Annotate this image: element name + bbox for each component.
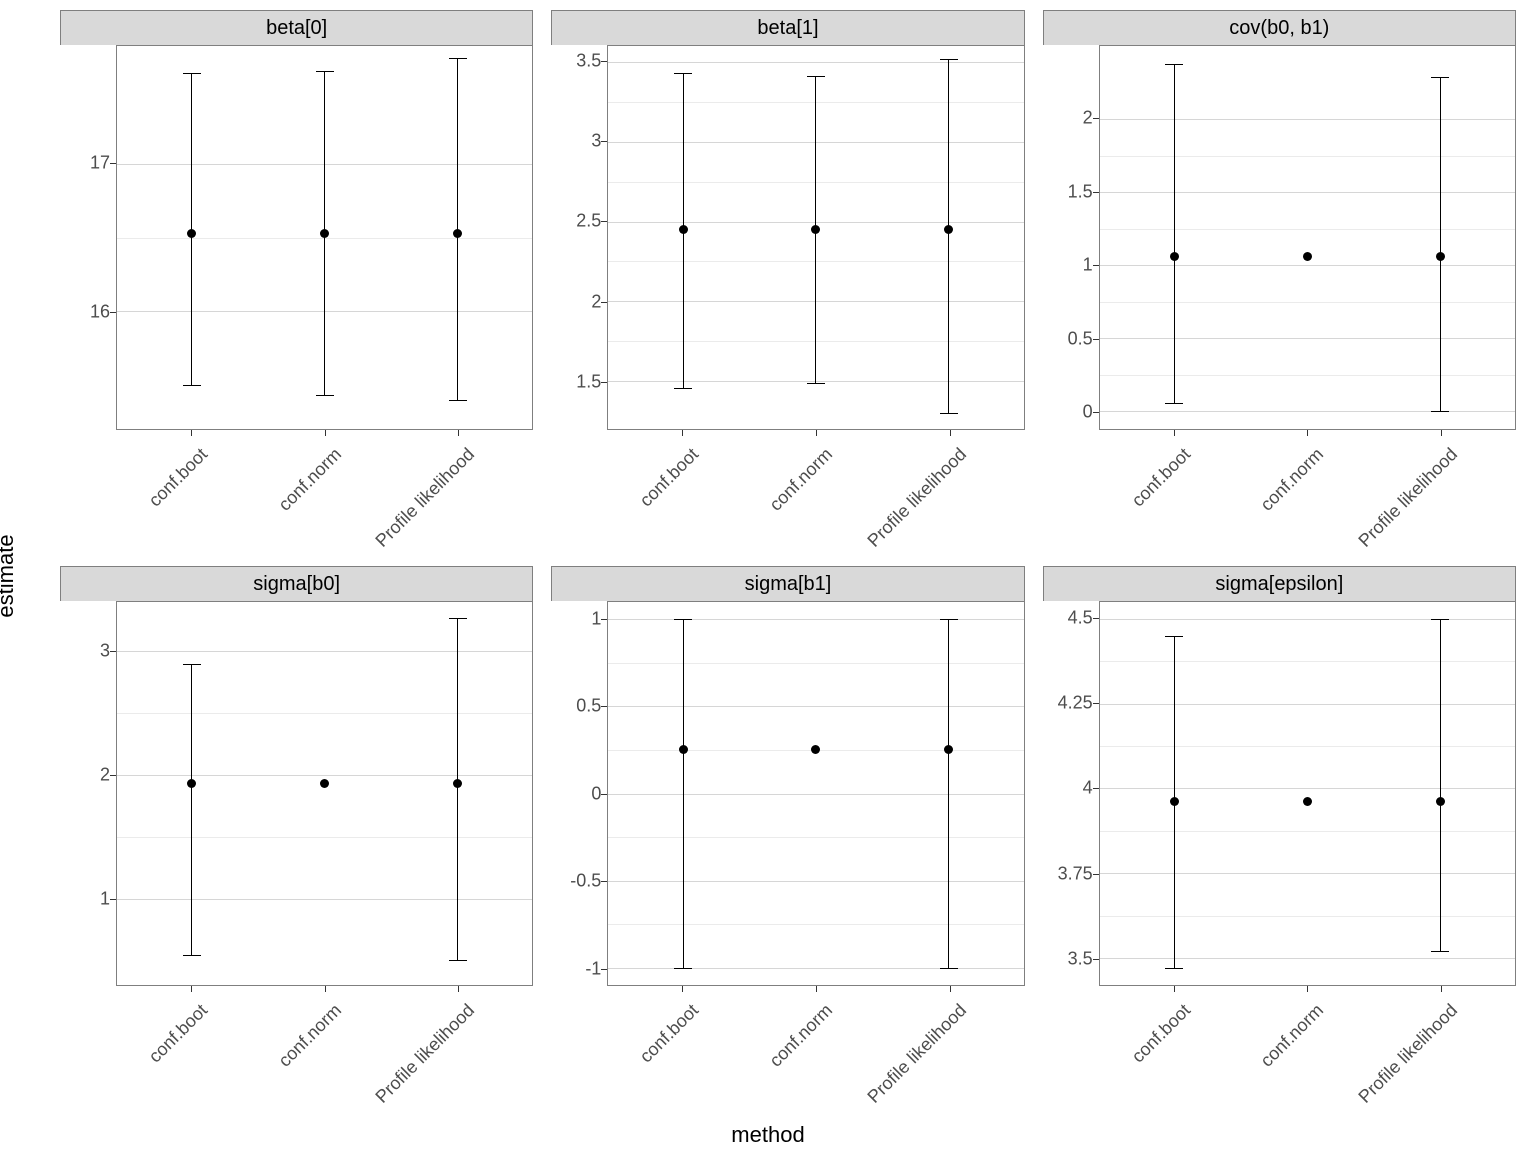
y-tick-label: 3 <box>591 131 601 152</box>
point-estimate <box>453 779 462 788</box>
y-tick-label: -0.5 <box>570 871 601 892</box>
y-tick-label: 4.25 <box>1058 693 1093 714</box>
facet-panel: beta[1] 1.5 2 2.5 3 3.5 conf.boot conf.norm Prof… <box>551 10 1024 550</box>
point-estimate <box>944 225 953 234</box>
x-tick-label: Profile likelihood <box>372 444 480 552</box>
point-estimate <box>1436 252 1445 261</box>
plot-area <box>607 601 1024 986</box>
point-estimate <box>1170 797 1179 806</box>
y-tick-label: 4 <box>1083 778 1093 799</box>
figure: estimate method beta[0] 16 17 conf.boot conf… <box>0 0 1536 1152</box>
x-tick-label: conf.boot <box>636 444 703 511</box>
facet-panel: cov(b0, b1) 0 0.5 1 1.5 2 conf.boot conf.norm Pr… <box>1043 10 1516 550</box>
x-tick-label: conf.boot <box>1127 1000 1194 1067</box>
y-tick-label: 1.5 <box>1068 181 1093 202</box>
x-tick-label: conf.boot <box>1127 444 1194 511</box>
y-tick-label: 1.5 <box>576 371 601 392</box>
x-tick-label: Profile likelihood <box>863 444 971 552</box>
y-tick-label: 2 <box>1083 108 1093 129</box>
point-estimate <box>320 779 329 788</box>
x-tick-label: Profile likelihood <box>1354 444 1462 552</box>
facet-title: beta[1] <box>551 10 1024 45</box>
y-tick-label: 1 <box>100 889 110 910</box>
facet-title: sigma[b0] <box>60 566 533 601</box>
y-tick-label: 4.5 <box>1068 608 1093 629</box>
y-tick-label: 2 <box>100 764 110 785</box>
x-tick-label: conf.norm <box>1257 444 1328 515</box>
point-estimate <box>679 745 688 754</box>
plot-area <box>607 45 1024 430</box>
point-estimate <box>679 225 688 234</box>
y-tick-label: 2.5 <box>576 211 601 232</box>
y-tick-label: 1 <box>591 608 601 629</box>
facet-grid: beta[0] 16 17 conf.boot conf.norm Profile lik… <box>60 10 1516 1106</box>
y-tick-label: 3.5 <box>1068 948 1093 969</box>
y-axis-label: estimate <box>0 534 19 617</box>
plot-area <box>116 45 533 430</box>
point-estimate <box>811 225 820 234</box>
y-tick-label: 0.5 <box>576 696 601 717</box>
facet-title: cov(b0, b1) <box>1043 10 1516 45</box>
point-estimate <box>320 229 329 238</box>
point-estimate <box>1170 252 1179 261</box>
y-tick-label: 3 <box>100 640 110 661</box>
point-estimate <box>811 745 820 754</box>
plot-area <box>116 601 533 986</box>
point-estimate <box>1303 252 1312 261</box>
point-estimate <box>187 229 196 238</box>
x-tick-label: conf.boot <box>636 1000 703 1067</box>
facet-title: sigma[epsilon] <box>1043 566 1516 601</box>
x-tick-label: conf.norm <box>765 444 836 515</box>
x-tick-label: Profile likelihood <box>372 1000 480 1108</box>
y-tick-label: 16 <box>90 301 110 322</box>
point-estimate <box>944 745 953 754</box>
x-axis-label: method <box>731 1122 804 1148</box>
facet-panel: sigma[b1] -1 -0.5 0 0.5 1 conf.boot conf.norm Pr… <box>551 566 1024 1106</box>
y-tick-label: 0 <box>1083 402 1093 423</box>
x-tick-label: Profile likelihood <box>1354 1000 1462 1108</box>
point-estimate <box>1436 797 1445 806</box>
y-tick-label: 3.5 <box>576 51 601 72</box>
facet-title: beta[0] <box>60 10 533 45</box>
x-tick-label: conf.norm <box>1257 1000 1328 1071</box>
y-tick-label: 0 <box>591 783 601 804</box>
facet-panel: sigma[epsilon] 3.5 3.75 4 4.25 4.5 conf.boot co… <box>1043 566 1516 1106</box>
x-tick-label: conf.norm <box>274 444 345 515</box>
facet-panel: sigma[b0] 1 2 3 conf.boot conf.norm Profile li… <box>60 566 533 1106</box>
x-tick-label: Profile likelihood <box>863 1000 971 1108</box>
x-tick-label: conf.boot <box>145 1000 212 1067</box>
y-tick-label: -1 <box>585 958 601 979</box>
point-estimate <box>453 229 462 238</box>
facet-title: sigma[b1] <box>551 566 1024 601</box>
y-tick-label: 0.5 <box>1068 328 1093 349</box>
y-tick-label: 17 <box>90 153 110 174</box>
plot-area <box>1099 601 1516 986</box>
x-tick-label: conf.boot <box>145 444 212 511</box>
point-estimate <box>187 779 196 788</box>
y-tick-label: 3.75 <box>1058 863 1093 884</box>
y-tick-label: 2 <box>591 291 601 312</box>
point-estimate <box>1303 797 1312 806</box>
x-tick-label: conf.norm <box>765 1000 836 1071</box>
y-tick-label: 1 <box>1083 255 1093 276</box>
x-tick-label: conf.norm <box>274 1000 345 1071</box>
plot-area <box>1099 45 1516 430</box>
facet-panel: beta[0] 16 17 conf.boot conf.norm Profile lik… <box>60 10 533 550</box>
